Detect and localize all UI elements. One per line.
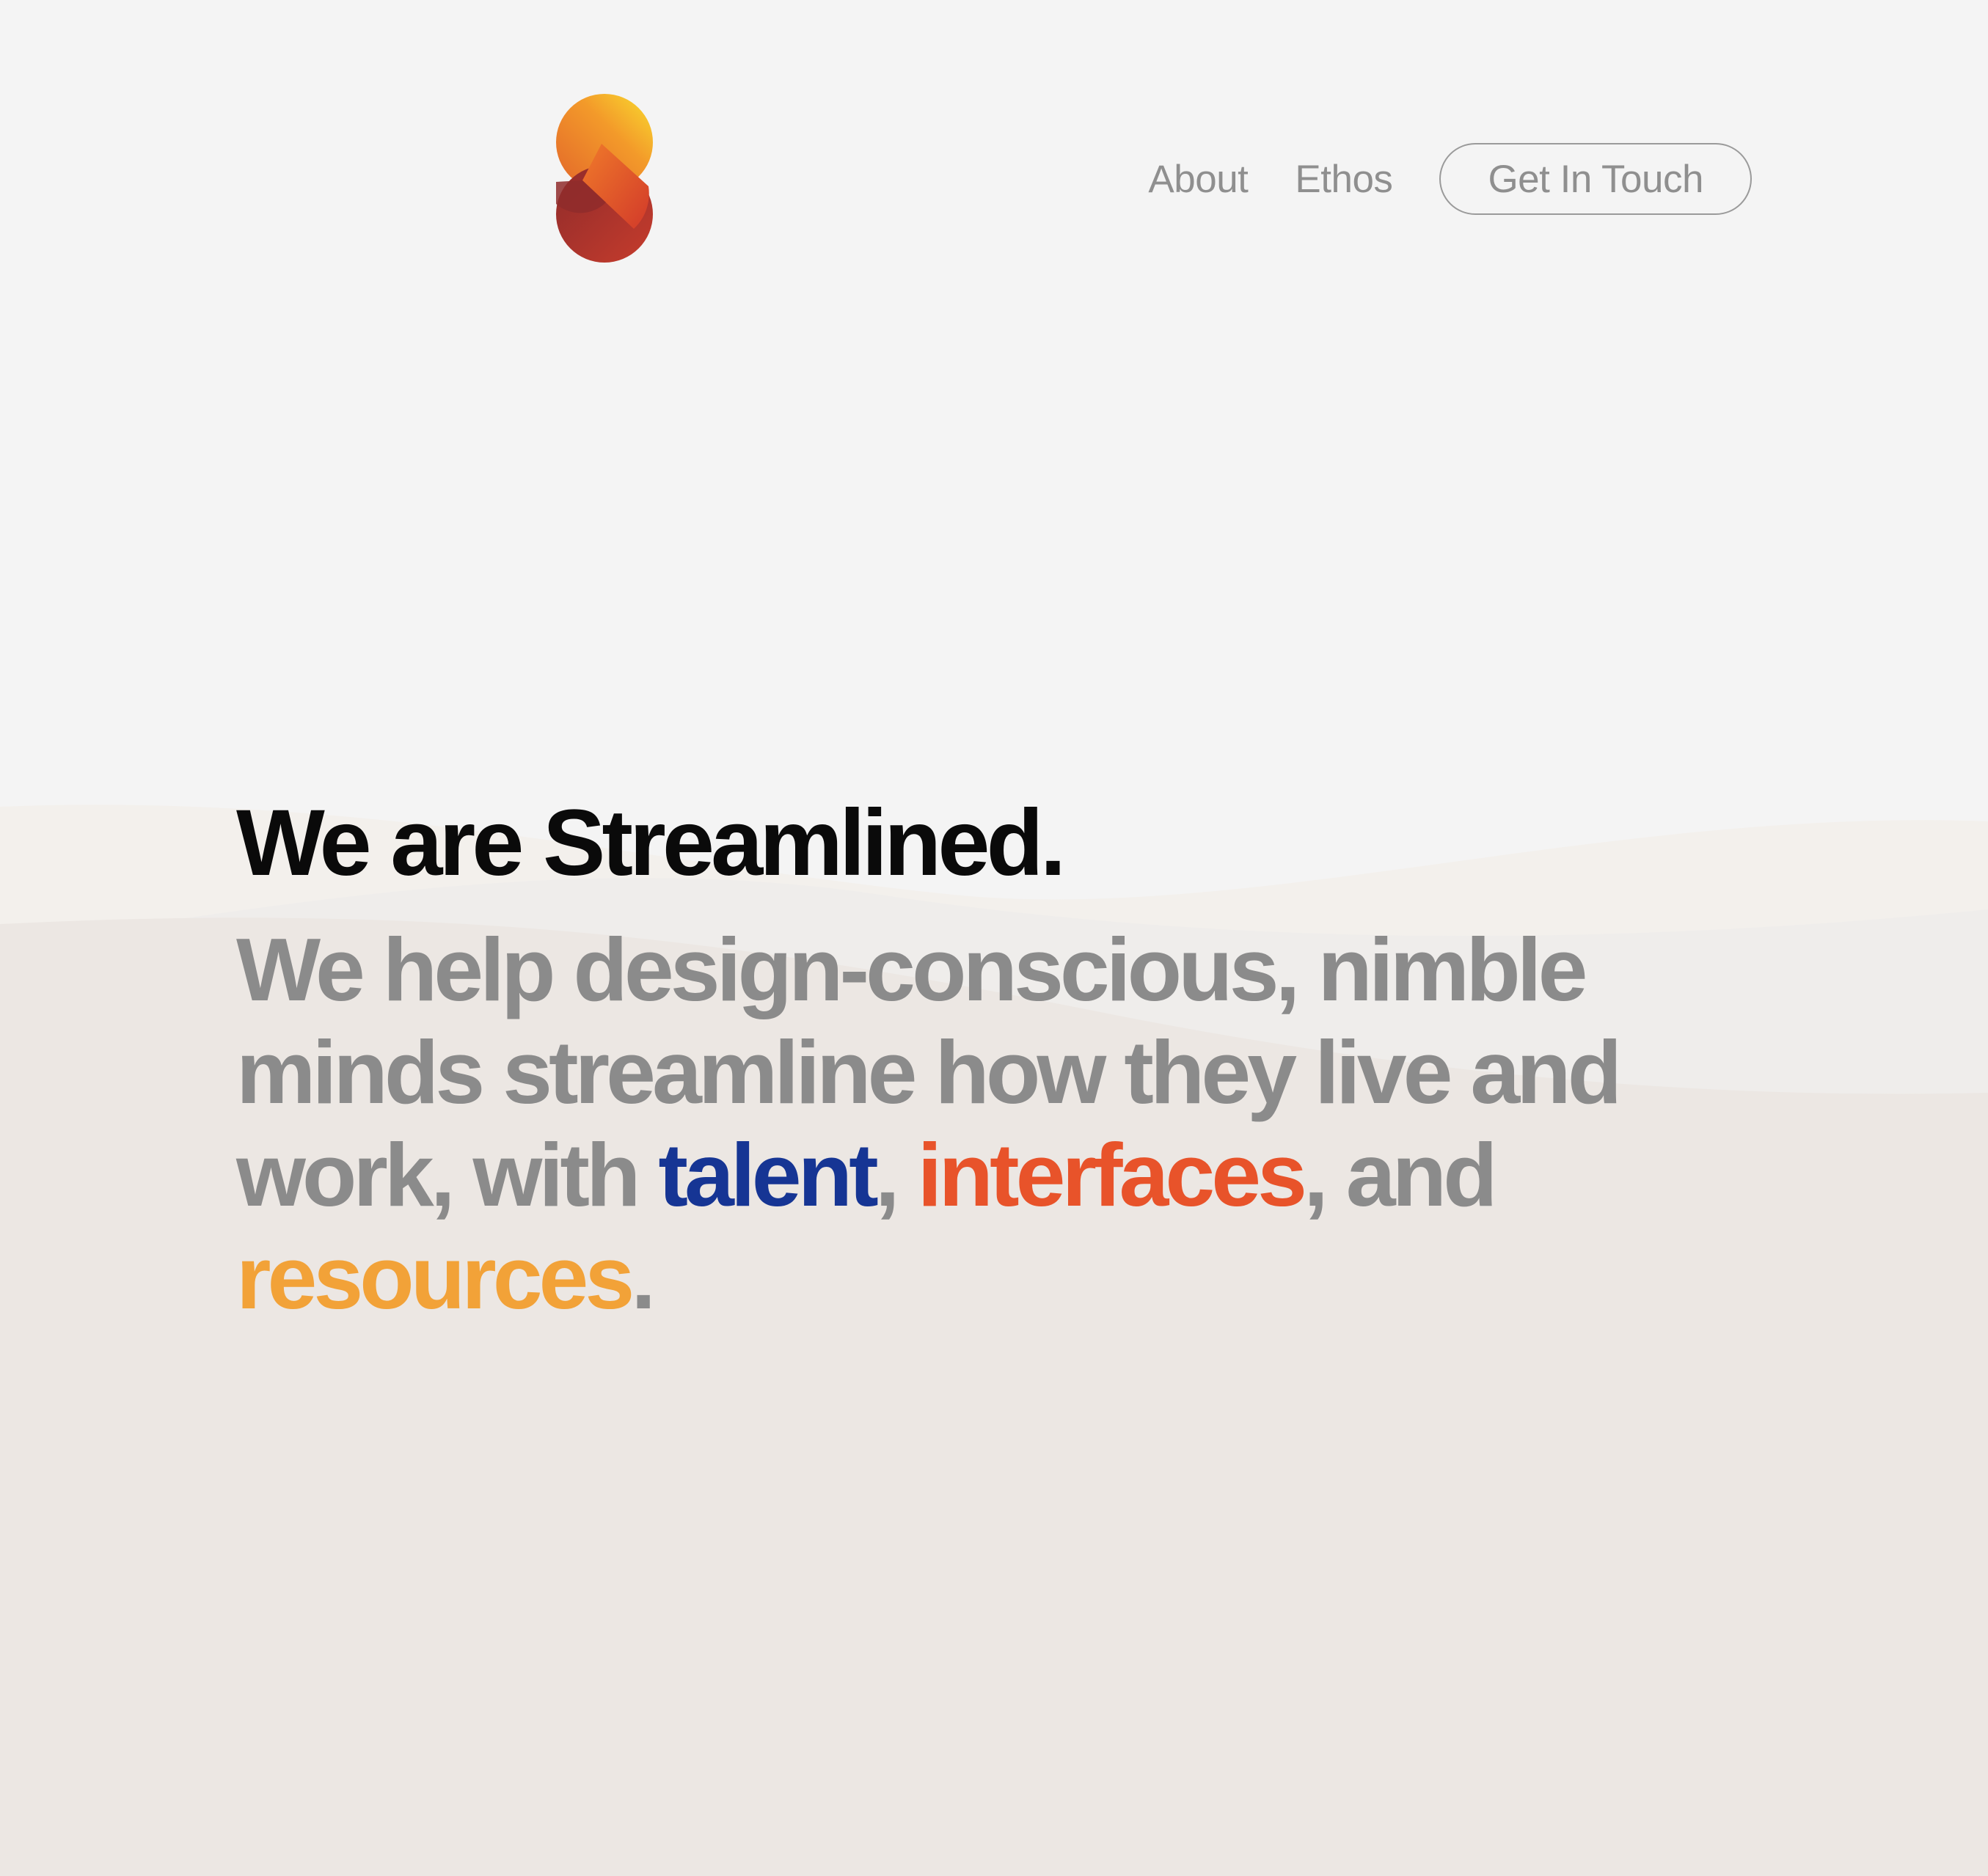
highlight-interfaces: interfaces [917,1125,1307,1225]
hero-title: We are Streamlined. [236,791,1066,895]
hero-end-punctuation: . [631,1228,656,1327]
nav-link-about[interactable]: About [1148,157,1249,202]
get-in-touch-button[interactable]: Get In Touch [1439,143,1752,215]
highlight-resources: resources [236,1228,635,1327]
hero-separator-2: , and [1303,1125,1498,1225]
hero-separator-1: , [874,1125,918,1225]
highlight-talent: talent [658,1125,878,1225]
hero-description: We help design-conscious, nimble minds s… [236,918,1630,1329]
landing-page: About Ethos Get In Touch We are Streamli… [0,0,1988,1876]
hero-section: We are Streamlined. We help design-consc… [236,785,1630,1329]
streamlined-logo[interactable] [555,94,654,263]
top-nav: About Ethos Get In Touch [1148,142,1752,216]
streamlined-s-logo-icon [556,94,653,263]
nav-link-ethos[interactable]: Ethos [1295,157,1393,202]
